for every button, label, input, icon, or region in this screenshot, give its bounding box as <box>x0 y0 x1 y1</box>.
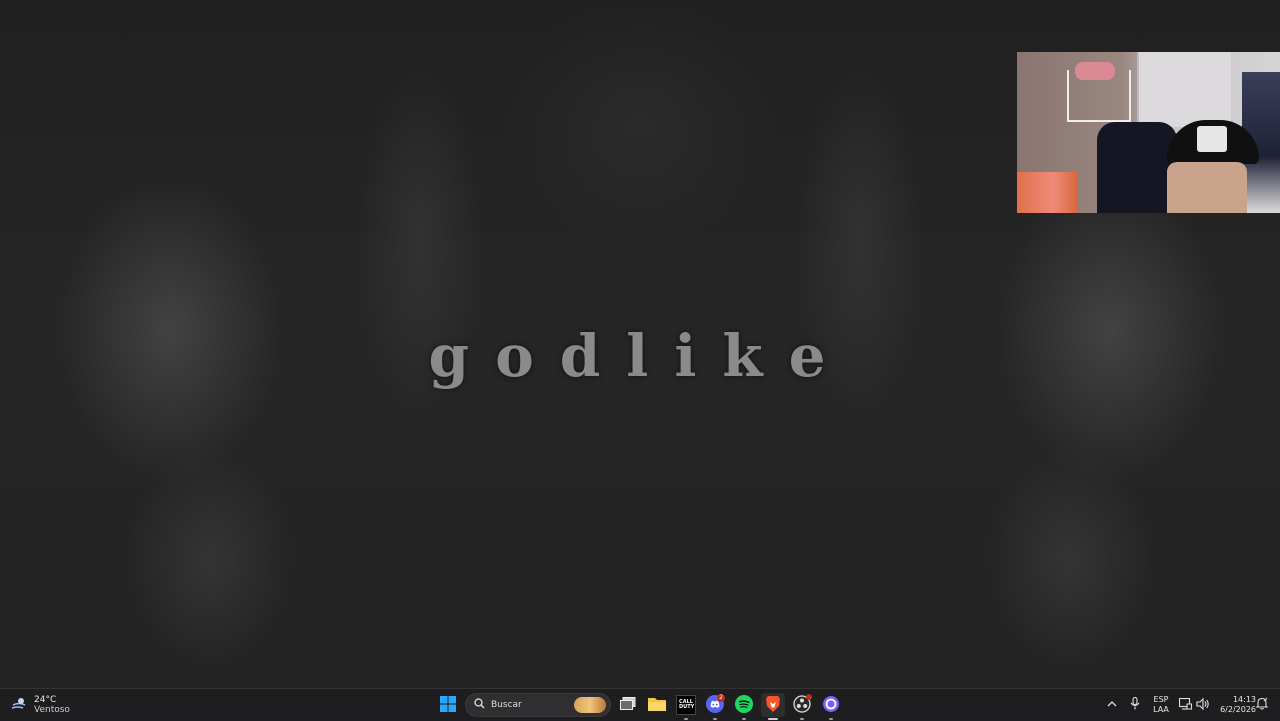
start-button[interactable] <box>436 693 460 717</box>
notification-button[interactable] <box>1255 689 1269 721</box>
purple-app-button[interactable] <box>819 693 843 720</box>
webcam-overlay <box>1017 52 1280 213</box>
clock-date: 6/2/2026 <box>1220 705 1256 714</box>
folder-icon <box>648 696 666 714</box>
file-explorer-button[interactable] <box>645 693 669 717</box>
taskbar: 24°C Ventoso Buscar CALL DUTY 2 ESP LAA … <box>0 688 1280 721</box>
discord-button[interactable]: 2 <box>703 693 727 720</box>
search-box[interactable]: Buscar <box>465 693 611 717</box>
search-icon <box>474 698 485 712</box>
brave-button[interactable] <box>761 693 785 720</box>
language-line-2: LAA <box>1153 705 1169 714</box>
speaker-icon <box>1196 697 1210 713</box>
cod-icon-label: CALL DUTY <box>679 699 695 710</box>
task-view-button[interactable] <box>616 693 640 717</box>
obs-notify-dot <box>806 693 812 700</box>
wallpaper-title: godlike <box>428 322 852 390</box>
spotify-icon <box>735 694 753 716</box>
clock[interactable]: 14:13 6/2/2026 <box>1212 695 1256 715</box>
display-button[interactable] <box>1178 689 1192 721</box>
obs-icon <box>793 693 812 716</box>
clock-time: 14:13 <box>1232 695 1256 704</box>
search-placeholder: Buscar <box>491 700 522 710</box>
search-highlight-icon <box>574 697 606 713</box>
task-view-icon <box>620 696 636 714</box>
spotify-button[interactable] <box>732 693 756 720</box>
language-indicator[interactable]: ESP LAA <box>1150 695 1172 715</box>
microphone-button[interactable] <box>1130 689 1140 721</box>
weather-widget[interactable]: 24°C Ventoso <box>10 694 70 716</box>
call-of-duty-button[interactable]: CALL DUTY <box>674 693 698 720</box>
wind-cloud-icon <box>10 696 28 715</box>
volume-button[interactable] <box>1196 689 1210 721</box>
language-line-1: ESP <box>1153 695 1169 704</box>
weather-temp: 24°C <box>34 695 57 705</box>
discord-icon: 2 <box>706 693 725 716</box>
weather-condition: Ventoso <box>34 705 70 715</box>
tray-overflow-button[interactable] <box>1107 689 1117 721</box>
discord-badge: 2 <box>717 693 725 702</box>
display-icon <box>1178 697 1192 713</box>
chevron-up-icon <box>1107 700 1117 711</box>
purple-circle-icon <box>822 695 840 716</box>
desktop-wallpaper: godlike <box>0 0 1280 688</box>
notification-bell-icon <box>1255 697 1269 713</box>
windows-logo-icon <box>440 695 456 715</box>
obs-button[interactable] <box>790 693 814 720</box>
microphone-icon <box>1130 696 1140 713</box>
brave-icon <box>765 695 781 716</box>
cod-icon: CALL DUTY <box>676 695 696 715</box>
